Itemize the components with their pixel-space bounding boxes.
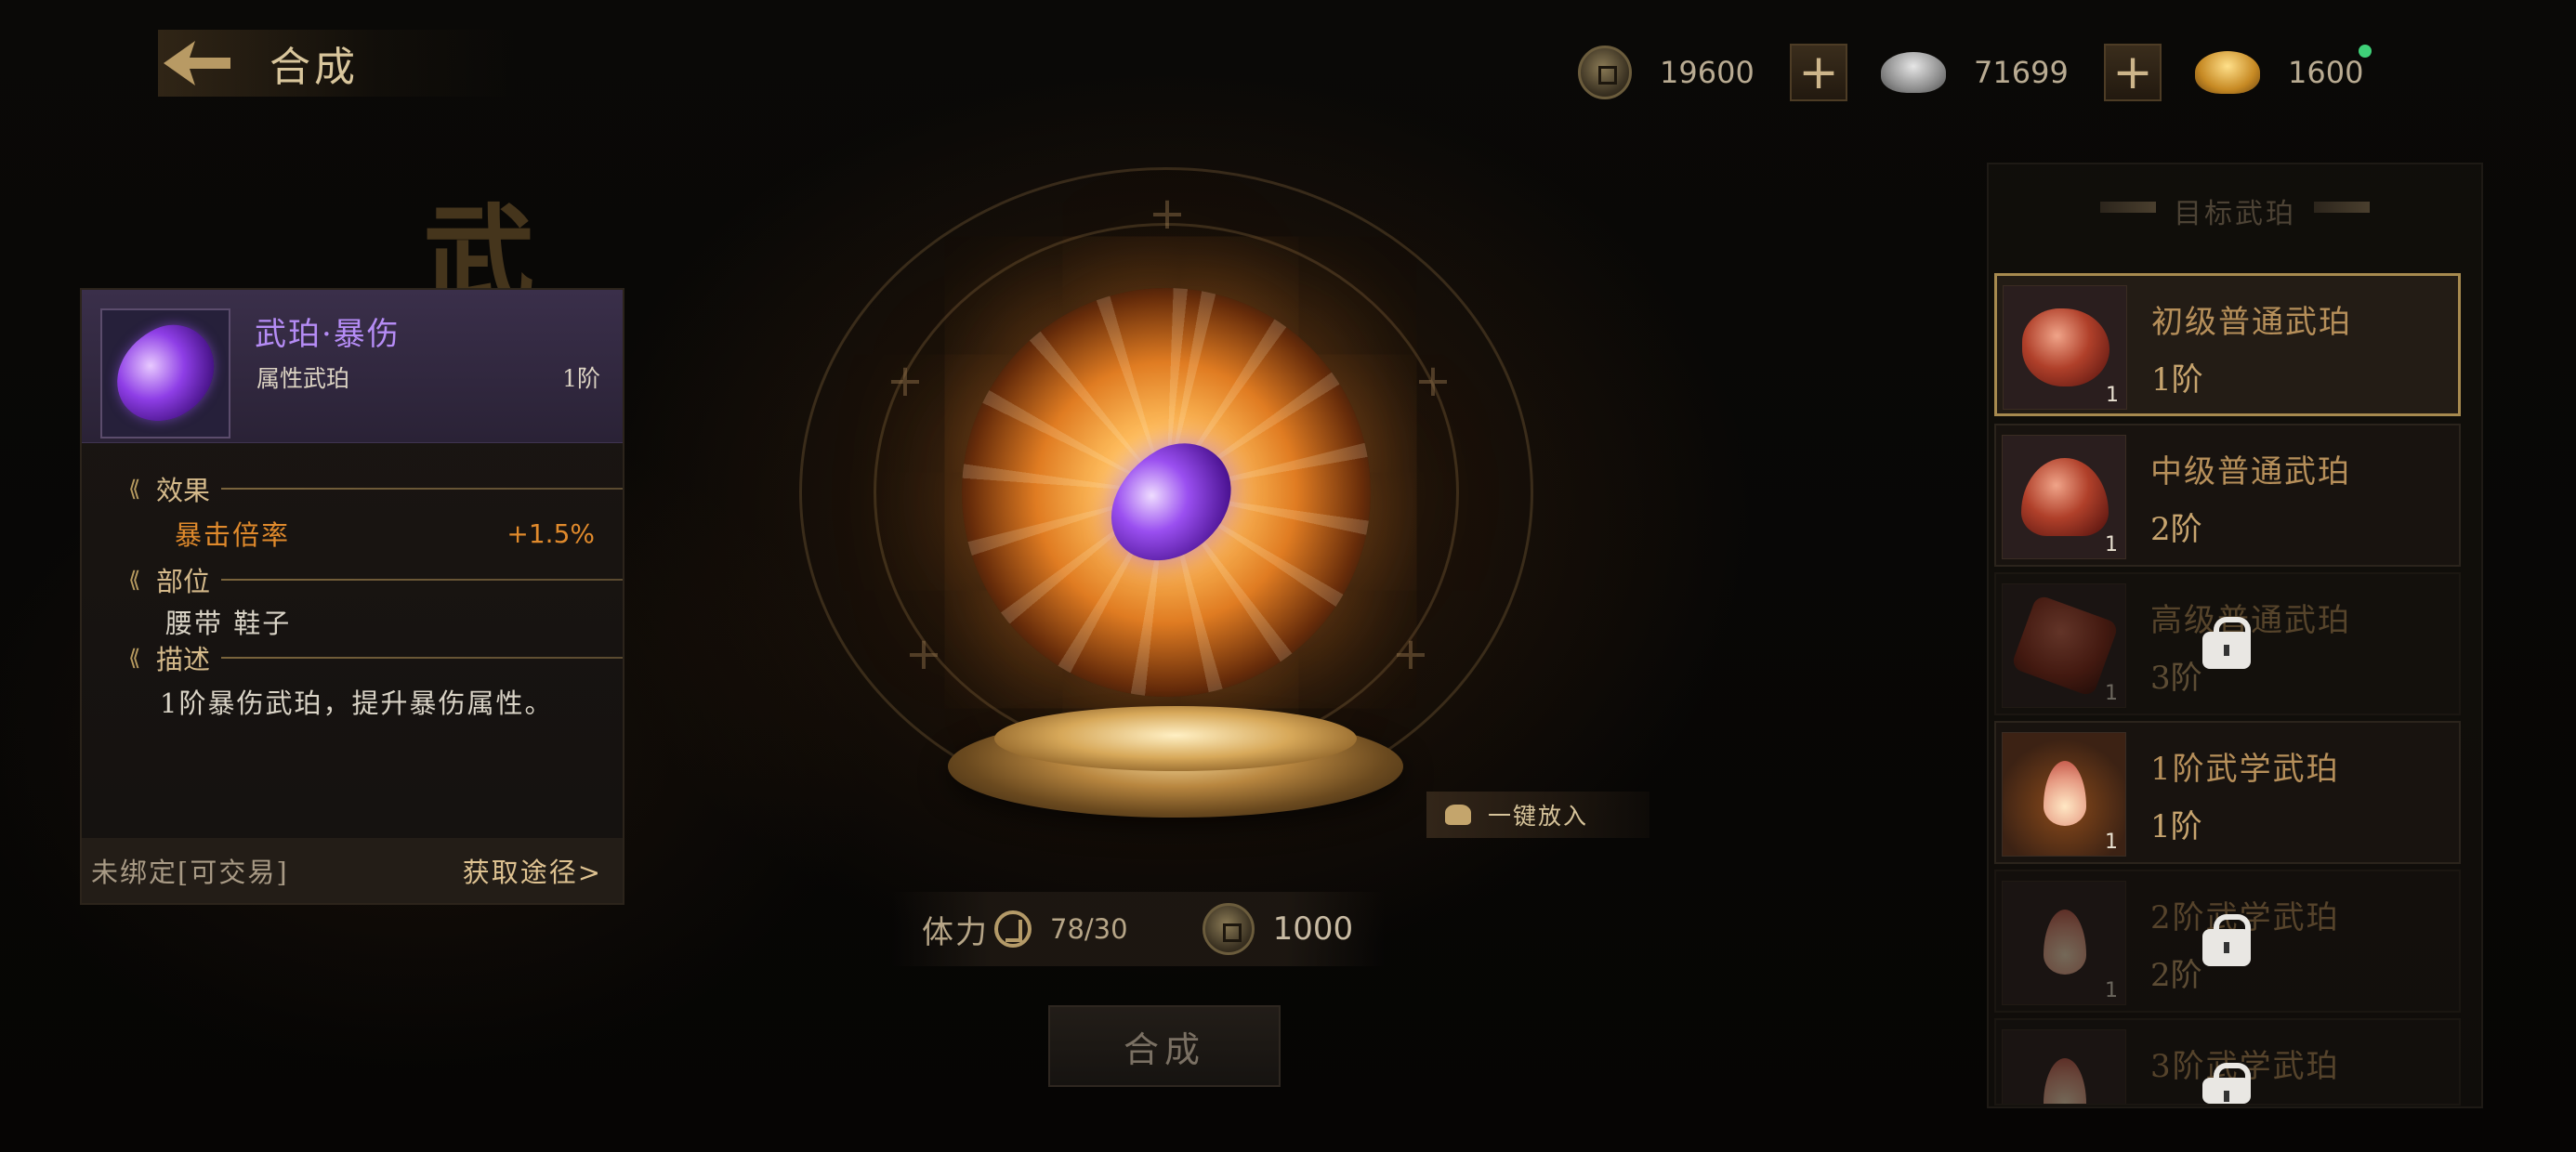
acquire-path-link[interactable]: 获取途径> xyxy=(463,851,602,890)
page-title: 合成 xyxy=(269,44,359,91)
petal-stone-icon xyxy=(2044,761,2086,826)
auto-place-button[interactable]: 一键放入 xyxy=(1426,792,1649,838)
title-decoration-icon xyxy=(2314,202,2370,213)
item-type: 属性武珀 xyxy=(256,365,350,392)
item-name: 中级普通武珀 xyxy=(2150,453,2351,491)
section-effect: ⟪ 效果 xyxy=(128,470,623,507)
purple-gem-icon xyxy=(99,311,231,436)
gold-ingot-icon xyxy=(2195,51,2260,94)
item-count: 1 xyxy=(2105,831,2118,854)
red-stone-icon xyxy=(2021,458,2109,536)
section-marker-icon: ⟪ xyxy=(128,645,141,671)
back-arrow-icon xyxy=(158,30,232,97)
description-text: 1阶暴伤武珀，提升暴伤属性。 xyxy=(160,687,554,719)
target-item-1[interactable]: 1 初级普通武珀 1阶 xyxy=(1994,273,2461,416)
item-name: 初级普通武珀 xyxy=(2151,304,2352,341)
item-icon-slot xyxy=(99,308,231,439)
silver-ingot-icon xyxy=(1881,52,1946,93)
section-description: ⟪ 描述 xyxy=(128,639,623,676)
lock-icon xyxy=(2202,1063,2251,1104)
bind-status: 未绑定[可交易] xyxy=(91,857,289,888)
card-footer: 未绑定[可交易] 获取途径> xyxy=(82,838,623,903)
material-slot-bottom-right[interactable]: + xyxy=(1390,632,1431,676)
divider xyxy=(221,488,623,490)
red-stone-icon xyxy=(2010,594,2120,698)
section-slot: ⟪ 部位 xyxy=(128,561,623,598)
target-item-4[interactable]: 1 1阶武学武珀 1阶 xyxy=(1994,721,2461,864)
add-copper-button[interactable]: + xyxy=(1790,44,1847,101)
item-count: 1 xyxy=(2105,533,2118,556)
material-slot-top[interactable]: + xyxy=(1147,191,1188,236)
divider xyxy=(221,579,623,581)
copper-coin-icon xyxy=(1578,46,1632,99)
item-slot: 1 xyxy=(2002,881,2126,1005)
add-silver-button[interactable]: + xyxy=(2104,44,2162,101)
material-slot-bottom-left[interactable]: + xyxy=(903,632,944,676)
target-title: 目标武珀 xyxy=(2174,198,2296,230)
synthesis-altar: + + + + + xyxy=(762,111,1571,873)
item-tier: 1阶 xyxy=(2150,808,2202,845)
hand-icon xyxy=(1445,805,1471,825)
currency-gold: 1600 xyxy=(2195,37,2418,108)
stamina-value: 78/30 xyxy=(1050,913,1128,945)
section-marker-icon: ⟪ xyxy=(128,476,141,502)
effect-value: +1.5% xyxy=(506,517,595,549)
silver-amount: 71699 xyxy=(1974,55,2069,90)
item-tier: 1阶 xyxy=(2151,361,2203,399)
pedestal-top xyxy=(994,706,1357,771)
divider xyxy=(221,657,623,659)
item-slot: 1 xyxy=(2002,583,2126,708)
lock-icon xyxy=(2202,914,2251,966)
copper-amount: 19600 xyxy=(1660,55,1755,90)
copper-coin-icon xyxy=(1202,903,1255,955)
red-stone-icon xyxy=(2022,308,2109,386)
item-tier: 3阶 xyxy=(2150,660,2202,697)
item-count: 1 xyxy=(2105,682,2118,705)
item-tier: 2阶 xyxy=(2150,511,2202,548)
material-slot-left[interactable]: + xyxy=(885,359,926,403)
item-name: 武珀·暴伤 xyxy=(255,316,401,353)
craft-button[interactable]: 合成 xyxy=(1048,1005,1281,1087)
target-item-2[interactable]: 1 中级普通武珀 2阶 xyxy=(1994,424,2461,567)
slot-value: 腰带 鞋子 xyxy=(165,608,292,639)
item-count: 1 xyxy=(2106,384,2119,407)
item-tier: 1阶 xyxy=(562,365,600,392)
coin-cost: 1000 xyxy=(1272,910,1354,948)
section-title: 效果 xyxy=(156,475,211,506)
item-tier: 2阶 xyxy=(2150,957,2202,994)
item-info-card: 武珀·暴伤 属性武珀 1阶 ⟪ 效果 暴击倍率 +1.5% ⟪ 部位 腰带 鞋子… xyxy=(80,288,624,905)
petal-stone-icon xyxy=(2044,910,2086,975)
effect-name: 暴击倍率 xyxy=(175,519,291,551)
stamina-icon xyxy=(994,910,1032,948)
item-slot: 1 xyxy=(2002,732,2126,857)
cost-bar: 体力 78/30 1000 xyxy=(892,892,1385,966)
item-count: 1 xyxy=(2105,979,2118,1002)
section-marker-icon: ⟪ xyxy=(128,567,141,593)
item-slot xyxy=(2002,1029,2126,1104)
currency-copper: 19600 + xyxy=(1578,37,1847,108)
auto-place-label: 一键放入 xyxy=(1488,803,1589,830)
effect-row: 暴击倍率 +1.5% xyxy=(175,515,595,552)
gold-amount: 1600 xyxy=(2288,55,2364,90)
stamina-label: 体力 xyxy=(922,913,989,951)
section-title: 部位 xyxy=(156,566,211,597)
lock-icon xyxy=(2202,617,2251,669)
material-slot-right[interactable]: + xyxy=(1413,359,1453,403)
back-button[interactable]: 合成 xyxy=(158,30,520,97)
item-slot: 1 xyxy=(2002,435,2126,559)
currency-silver: 71699 + xyxy=(1881,37,2162,108)
item-header: 武珀·暴伤 属性武珀 1阶 xyxy=(82,290,623,443)
item-slot: 1 xyxy=(2003,285,2127,410)
item-name: 1阶武学武珀 xyxy=(2150,751,2340,788)
notification-dot xyxy=(2359,45,2372,58)
item-name: 高级普通武珀 xyxy=(2150,602,2351,639)
section-title: 描述 xyxy=(156,644,211,675)
petal-stone-icon xyxy=(2044,1058,2086,1104)
